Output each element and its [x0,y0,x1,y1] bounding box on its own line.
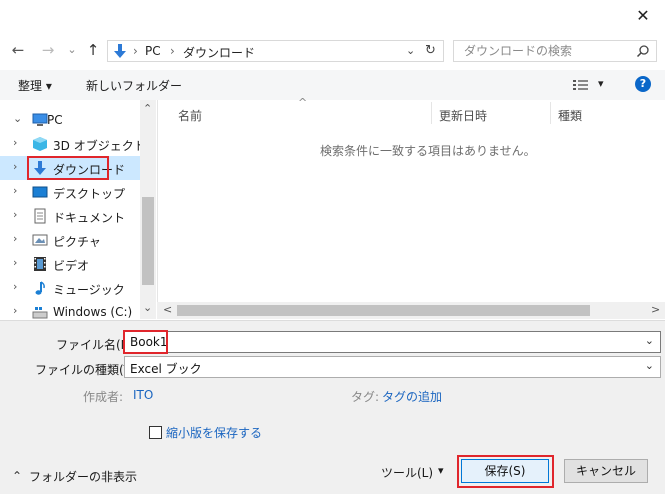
sidebar-item-label: ピクチャ [53,235,101,249]
chevron-down-icon[interactable]: ⌄ [645,334,654,347]
scroll-down-icon[interactable]: ⌄ [143,301,152,314]
chevron-down-icon[interactable]: ⌄ [645,359,654,372]
cancel-button[interactable]: キャンセル [564,459,648,483]
scroll-left-icon[interactable]: < [163,303,172,316]
navigation-pane: ⌄ PC › 3D オブジェクト › ダウンロード › デスクトップ › ドキュ… [0,100,156,319]
expand-chevron-icon[interactable]: › [13,160,17,173]
hide-folders-icon[interactable]: ⌃ [12,469,22,483]
column-divider[interactable] [431,102,432,124]
scrollbar-thumb[interactable] [142,197,154,285]
file-list: ^ 名前 更新日時 種類 検索条件に一致する項目はありません。 [157,96,665,319]
sidebar-item-desktop[interactable]: › デスクトップ [0,180,140,204]
expand-chevron-icon[interactable]: › [13,208,17,221]
desktop-icon [32,184,48,200]
forward-button[interactable]: → [39,40,57,60]
breadcrumb-downloads[interactable]: ダウンロード [183,44,255,61]
expand-chevron-icon[interactable]: › [13,184,17,197]
view-dropdown-icon[interactable]: ▾ [598,77,604,90]
address-dropdown-icon[interactable]: ⌄ [406,44,415,57]
filename-field[interactable]: Book1 ⌄ [124,331,661,353]
video-icon [32,256,48,272]
sidebar-item-pc[interactable]: ⌄ PC [0,108,140,132]
view-options-icon[interactable] [573,79,589,91]
column-header-modified[interactable]: 更新日時 [439,107,487,124]
expand-chevron-icon[interactable]: › [13,232,17,245]
highlight-box [123,330,168,354]
close-button[interactable]: ✕ [628,4,658,28]
tags-label: タグ: [351,390,380,404]
recent-locations-button[interactable]: ⌄ [63,40,81,60]
expand-chevron-icon[interactable]: › [13,136,17,149]
sidebar-item-label: 3D オブジェクト [53,139,146,153]
highlight-box [27,156,109,180]
thumbnail-label[interactable]: 縮小版を保存する [166,424,262,441]
sidebar-item-downloads[interactable]: › ダウンロード [0,156,140,180]
pictures-icon [32,232,48,248]
expand-chevron-icon[interactable]: ⌄ [13,112,22,125]
sidebar-item-videos[interactable]: › ビデオ [0,252,140,276]
new-folder-button[interactable]: 新しいフォルダー [86,77,182,94]
back-button[interactable]: ← [9,40,27,60]
sidebar-scrollbar[interactable]: ⌃ ⌄ [140,100,156,319]
tools-menu[interactable]: ツール(L) [381,464,433,481]
sidebar-item-documents[interactable]: › ドキュメント [0,204,140,228]
sidebar-item-label: ドキュメント [53,211,126,225]
scroll-up-icon[interactable]: ⌃ [143,102,152,115]
download-folder-icon [112,43,128,59]
tags-field[interactable]: タグの追加 [382,388,442,405]
tools-dropdown-icon[interactable]: ▾ [438,464,444,477]
music-icon [32,280,48,296]
drive-icon [32,304,48,320]
sidebar-item-label: Windows (C:) [53,305,133,319]
breadcrumb-sep: › [133,44,138,58]
sidebar-item-label: PC [47,113,63,127]
column-header-name[interactable]: 名前 [178,107,202,124]
sidebar-item-3d-objects[interactable]: › 3D オブジェクト [0,132,146,156]
refresh-icon[interactable]: ↻ [425,43,436,58]
up-button[interactable]: ↑ [84,40,102,60]
3d-objects-icon [32,136,48,152]
file-list-horizontal-scrollbar[interactable]: < > [157,302,665,319]
expand-chevron-icon[interactable]: › [13,280,17,293]
search-input[interactable] [462,42,632,60]
search-icon[interactable] [636,44,650,58]
document-icon [32,208,48,224]
author-value[interactable]: ITO [133,388,153,402]
breadcrumb-pc[interactable]: PC [145,44,161,58]
command-toolbar: 整理 ▾ 新しいフォルダー ▾ ? [0,70,665,100]
sidebar-item-pictures[interactable]: › ピクチャ [0,228,140,252]
address-bar[interactable]: › PC › ダウンロード ⌄ ↻ [107,40,444,62]
scroll-right-icon[interactable]: > [651,303,660,316]
thumbnail-checkbox[interactable] [149,426,162,439]
expand-chevron-icon[interactable]: › [13,304,17,317]
sidebar-item-label: デスクトップ [53,187,126,201]
column-divider[interactable] [550,102,551,124]
help-icon[interactable]: ? [635,76,651,92]
scrollbar-thumb[interactable] [177,305,590,316]
column-header-type[interactable]: 種類 [558,107,582,124]
breadcrumb-sep: › [170,44,175,58]
filetype-value: Excel ブック [130,362,202,376]
sort-indicator-icon: ^ [298,96,308,109]
highlight-box [457,455,554,488]
organize-menu[interactable]: 整理 ▾ [18,77,52,94]
expand-chevron-icon[interactable]: › [13,256,17,269]
search-box[interactable] [453,40,657,62]
sidebar-item-label: ミュージック [53,283,125,297]
empty-state-message: 検索条件に一致する項目はありません。 [320,144,536,158]
sidebar-item-music[interactable]: › ミュージック [0,276,140,300]
sidebar-item-label: ビデオ [53,259,90,273]
author-label: 作成者: [83,390,124,404]
hide-folders-button[interactable]: フォルダーの非表示 [29,468,137,485]
save-options-panel: ファイル名(N): Book1 ⌄ ファイルの種類(T): Excel ブック … [0,320,665,494]
filetype-select[interactable]: Excel ブック ⌄ [124,356,661,378]
computer-icon [32,112,48,128]
